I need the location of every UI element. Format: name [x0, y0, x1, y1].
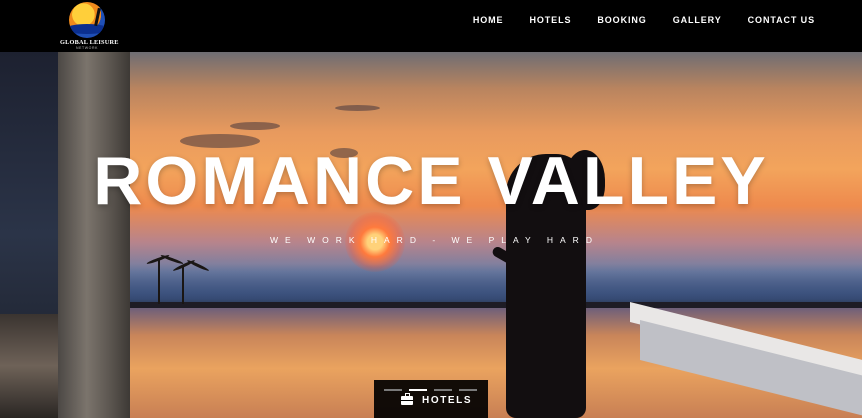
logo-tagline: NETWORK	[75, 46, 99, 50]
nav-gallery[interactable]: GALLERY	[673, 15, 722, 25]
hero-title: ROMANCE VALLEY	[93, 143, 769, 219]
hero-banner: ROMANCE VALLEY WE WORK HARD - WE PLAY HA…	[0, 52, 862, 418]
slide-indicator[interactable]	[459, 389, 477, 391]
cloud	[230, 122, 280, 130]
hotels-tab-label-group: HOTELS	[401, 393, 473, 406]
cloud	[335, 105, 380, 111]
hero-subtitle: WE WORK HARD - WE PLAY HARD	[270, 235, 599, 245]
main-nav: HOME HOTELS BOOKING GALLERY CONTACT US	[473, 15, 815, 25]
logo-emblem-icon	[69, 2, 105, 38]
slide-indicator[interactable]	[384, 389, 402, 391]
slide-indicator-active[interactable]	[409, 389, 427, 391]
logo-name: GLOBAL LEISURE	[60, 39, 119, 46]
nav-home[interactable]: HOME	[473, 15, 504, 25]
slide-indicator[interactable]	[434, 389, 452, 391]
site-header: GLOBAL LEISURE NETWORK HOME HOTELS BOOKI…	[0, 0, 862, 52]
nav-booking[interactable]: BOOKING	[597, 15, 646, 25]
hotels-tab-label: HOTELS	[422, 395, 473, 406]
hotels-tab[interactable]: HOTELS	[374, 380, 488, 418]
palm-tree	[182, 266, 184, 304]
suitcase-icon	[401, 393, 413, 405]
pool-edge	[120, 302, 862, 308]
palm-tree	[158, 260, 160, 304]
logo[interactable]: GLOBAL LEISURE NETWORK	[60, 2, 119, 50]
slide-indicators	[384, 389, 484, 391]
nav-hotels[interactable]: HOTELS	[529, 15, 571, 25]
nav-contact-us[interactable]: CONTACT US	[748, 15, 815, 25]
